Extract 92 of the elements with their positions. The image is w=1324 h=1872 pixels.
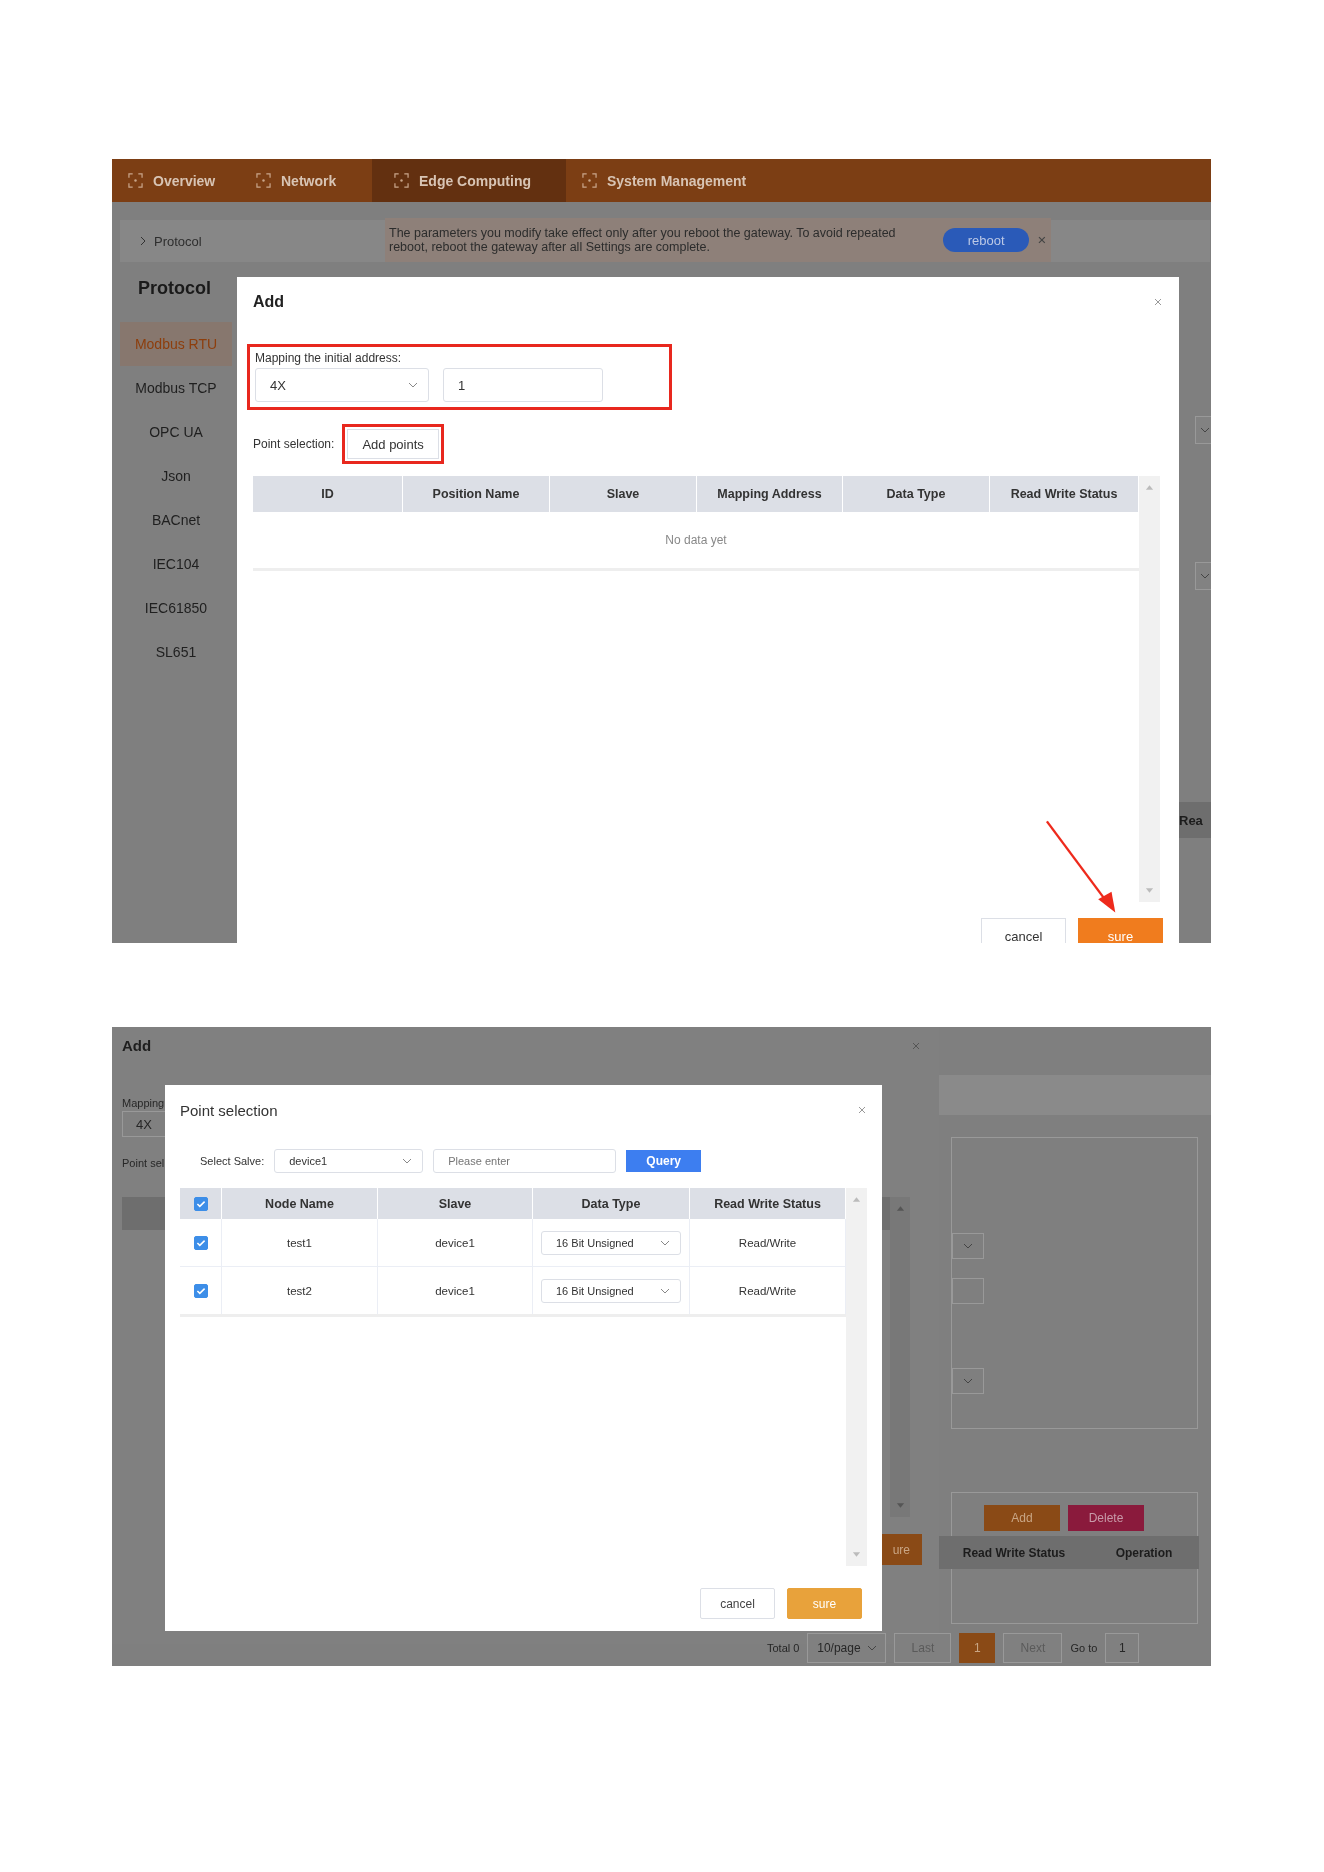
sidebar-item[interactable]: SL651	[120, 630, 232, 674]
scroll-up-icon[interactable]	[1145, 484, 1154, 490]
nav-tab[interactable]: System Management	[566, 159, 763, 202]
column-header: Mapping Address	[697, 476, 843, 512]
close-icon[interactable]	[911, 1041, 921, 1051]
field-label: Mapping the initial address:	[255, 351, 403, 365]
field-label: Select Salve:	[200, 1155, 265, 1167]
sidebar-item[interactable]: OPC UA	[120, 410, 232, 454]
column-header: Data Type	[843, 476, 990, 512]
close-icon[interactable]	[1037, 235, 1047, 245]
chevron-down-icon	[866, 1645, 877, 1651]
slave-select[interactable]: device1	[274, 1149, 424, 1173]
scroll-down-icon[interactable]	[852, 1552, 861, 1558]
page-number-field[interactable]: 1	[1105, 1633, 1140, 1663]
column-header: Slave	[550, 476, 697, 512]
notice-text: The parameters you modify take effect only after you reboot the gateway. To avoid repeated reboot, reboot the gateway after all Settings are complete.	[389, 226, 897, 254]
scrollbar[interactable]	[1139, 476, 1160, 902]
focus-frame-icon	[394, 173, 409, 188]
sidebar-item[interactable]: Json	[120, 454, 232, 498]
column-header: ID	[253, 476, 403, 512]
page-title: Protocol	[138, 278, 211, 299]
add-button[interactable]: Add	[984, 1505, 1060, 1531]
table-cell: test2	[287, 1284, 312, 1297]
close-icon[interactable]	[857, 1105, 867, 1115]
page-number[interactable]: 1	[959, 1633, 996, 1663]
dropdown-field[interactable]	[952, 1368, 984, 1394]
cancel-button[interactable]: cancel	[700, 1588, 775, 1619]
table-cell: test1	[287, 1236, 312, 1249]
focus-frame-icon	[582, 173, 597, 188]
field-label: Point sel	[122, 1157, 165, 1169]
dialog-title: Point selection	[180, 1101, 278, 1119]
checkbox[interactable]	[193, 1196, 208, 1211]
query-button[interactable]: Query	[626, 1150, 702, 1172]
column-header: Data Type	[533, 1188, 690, 1219]
empty-message: No data yet	[665, 533, 727, 547]
delete-button[interactable]: Delete	[1068, 1505, 1144, 1531]
field-label: Mapping	[122, 1097, 165, 1109]
chevron-down-icon	[408, 382, 418, 388]
scrollbar[interactable]	[846, 1188, 867, 1566]
input-field[interactable]	[952, 1278, 984, 1304]
sidebar-item[interactable]: IEC61850	[120, 586, 232, 630]
column-header: Node Name	[222, 1188, 378, 1219]
cancel-button[interactable]: cancel	[981, 918, 1066, 943]
column-header: Read Write Status	[961, 1544, 1067, 1562]
field-label: Point selection:	[253, 437, 335, 451]
checkbox[interactable]	[193, 1283, 208, 1298]
nav-tab[interactable]: Edge Computing	[372, 159, 566, 202]
add-points-button[interactable]: Add points	[347, 429, 439, 459]
checkbox[interactable]	[193, 1235, 208, 1250]
table-cell: Read/Write	[738, 1236, 797, 1249]
scroll-down-icon[interactable]	[895, 1503, 905, 1509]
table-cell: Read/Write	[738, 1284, 797, 1297]
search-field[interactable]: Please enter	[433, 1149, 617, 1173]
dialog-title: Add	[253, 293, 285, 311]
goto-label: Go to	[1070, 1642, 1098, 1654]
focus-frame-icon	[256, 173, 271, 188]
sidebar-item[interactable]: IEC104	[120, 542, 232, 586]
data-type-select[interactable]: 16 Bit Unsigned	[541, 1278, 681, 1303]
scrollbar[interactable]	[890, 1197, 910, 1517]
page-size-select[interactable]: 10/page	[807, 1633, 887, 1663]
chevron-right-icon	[140, 236, 146, 246]
focus-frame-icon	[128, 173, 143, 188]
chevron-down-icon	[1200, 573, 1210, 579]
table-cell: device1	[435, 1284, 475, 1297]
chevron-down-icon	[660, 1239, 670, 1246]
reboot-button[interactable]: reboot	[943, 228, 1030, 252]
chevron-down-icon	[963, 1243, 973, 1249]
breadcrumb[interactable]: Protocol	[154, 233, 202, 249]
column-header: Operation	[1114, 1544, 1174, 1562]
sidebar-item[interactable]: BACnet	[120, 498, 232, 542]
confirm-button[interactable]: sure	[787, 1588, 862, 1619]
scroll-up-icon[interactable]	[895, 1205, 905, 1211]
chevron-down-icon	[963, 1378, 973, 1384]
total-count: Total 0	[767, 1642, 800, 1654]
dropdown-field[interactable]	[952, 1233, 984, 1259]
scroll-up-icon[interactable]	[852, 1196, 861, 1202]
column-header: Slave	[378, 1188, 533, 1219]
nav-tab[interactable]: Network	[240, 159, 372, 202]
scroll-down-icon[interactable]	[1145, 888, 1154, 894]
chevron-down-icon	[660, 1287, 670, 1294]
address-field[interactable]: 1	[443, 368, 603, 402]
close-icon[interactable]	[1153, 297, 1163, 307]
table-cell: device1	[435, 1236, 475, 1249]
column-header: Position Name	[403, 476, 550, 512]
confirm-button[interactable]: sure	[1078, 918, 1163, 943]
data-type-select[interactable]: 16 Bit Unsigned	[541, 1230, 681, 1255]
chevron-down-icon	[1200, 427, 1210, 433]
register-select[interactable]: 4X	[255, 368, 429, 402]
chevron-down-icon	[402, 1158, 413, 1164]
dialog-title: Add	[122, 1037, 152, 1054]
sidebar-item[interactable]: Modbus TCP	[120, 366, 232, 410]
nav-tab[interactable]: Overview	[112, 159, 240, 202]
